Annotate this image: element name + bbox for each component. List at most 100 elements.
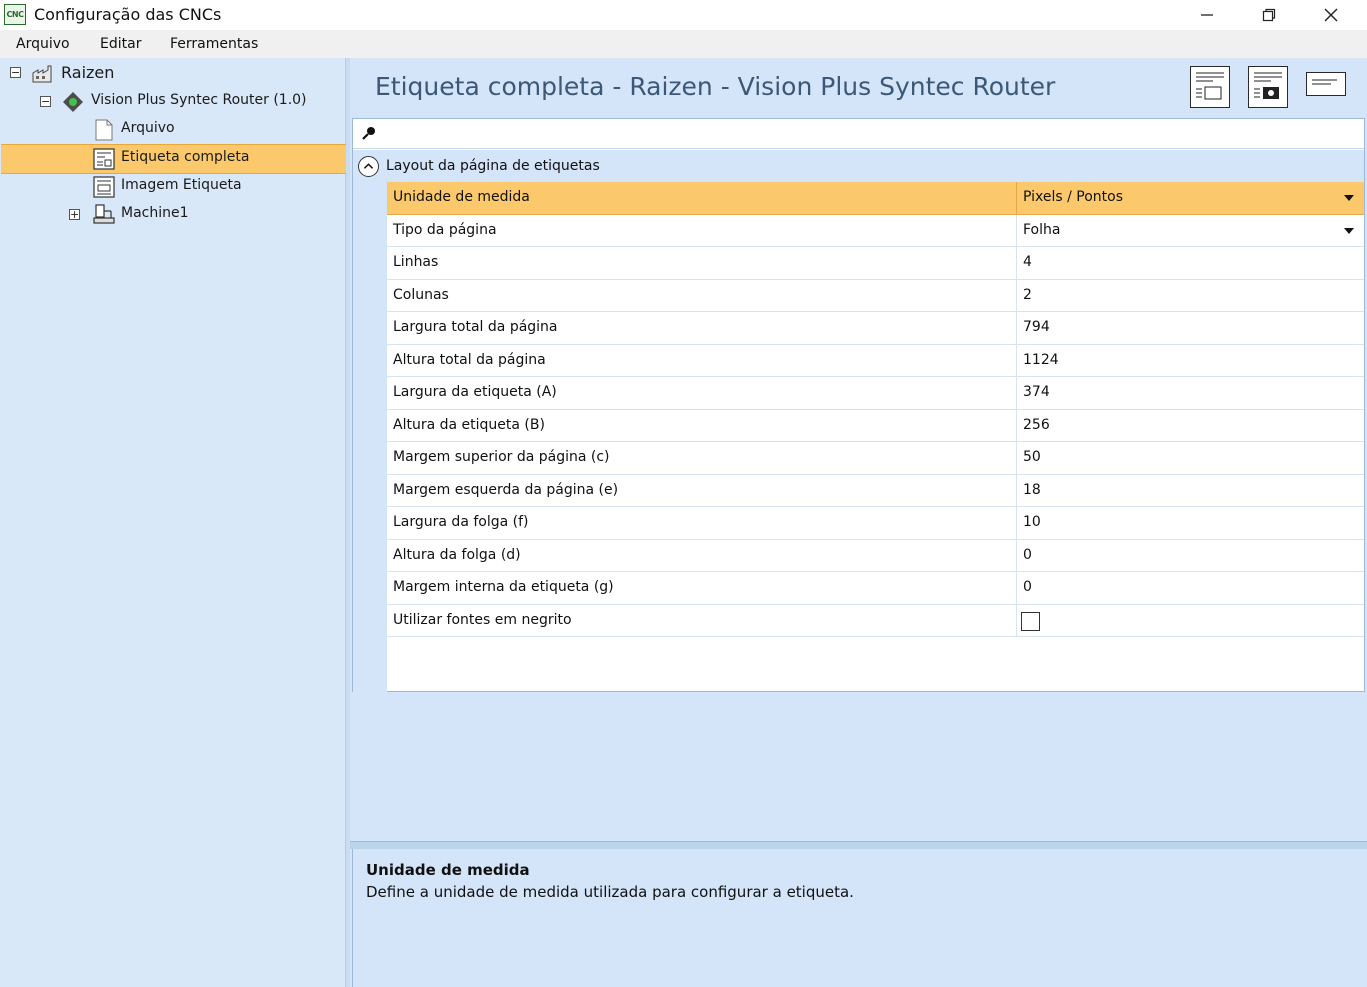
property-name: Altura da folga (d) <box>393 546 521 563</box>
property-row[interactable]: Largura da folga (f) 10 <box>387 507 1364 540</box>
label-layout-icon <box>1196 72 1224 100</box>
property-search[interactable] <box>353 119 1364 149</box>
column-divider <box>1016 377 1017 409</box>
search-icon <box>362 127 375 140</box>
tree-item-etiqueta-completa[interactable]: Etiqueta completa <box>121 149 249 165</box>
menu-editar[interactable]: Editar <box>100 36 141 52</box>
property-row[interactable]: Linhas 4 <box>387 247 1364 280</box>
column-divider <box>1016 604 1017 636</box>
property-value[interactable]: Pixels / Pontos <box>1023 189 1123 205</box>
property-value[interactable]: 4 <box>1023 254 1032 270</box>
column-divider <box>1016 344 1017 376</box>
property-row[interactable]: Largura total da página 794 <box>387 312 1364 345</box>
label-photo-icon <box>1254 72 1282 99</box>
collapse-router-icon[interactable]: − <box>40 96 51 107</box>
property-name: Largura da etiqueta (A) <box>393 384 557 400</box>
cnc-app-icon: CNC <box>4 4 26 25</box>
property-value[interactable]: 18 <box>1023 482 1041 498</box>
close-icon <box>1324 8 1338 22</box>
grid-gutter <box>353 182 387 693</box>
restore-icon <box>1262 8 1276 22</box>
chevron-up-icon[interactable] <box>358 156 379 177</box>
maximize-button[interactable] <box>1238 0 1300 30</box>
description-title: Unidade de medida <box>366 861 530 879</box>
menu-ferramentas[interactable]: Ferramentas <box>170 36 258 52</box>
property-value[interactable]: 374 <box>1023 384 1050 400</box>
property-name: Altura total da página <box>393 351 546 368</box>
property-name: Margem esquerda da página (e) <box>393 481 619 498</box>
property-value[interactable]: 0 <box>1023 579 1032 595</box>
property-row[interactable]: Margem esquerda da página (e) 18 <box>387 474 1364 507</box>
page-title: Etiqueta completa - Raizen - Vision Plus… <box>375 72 1056 101</box>
property-row[interactable]: Margem superior da página (c) 50 <box>387 442 1364 475</box>
column-divider <box>1016 214 1017 246</box>
description-pane: Unidade de medida Define a unidade de me… <box>352 849 1365 987</box>
category-label: Layout da página de etiquetas <box>386 158 600 174</box>
property-value[interactable]: 2 <box>1023 287 1032 303</box>
close-button[interactable] <box>1300 0 1362 30</box>
property-row[interactable]: Margem interna da etiqueta (g) 0 <box>387 572 1364 605</box>
menu-arquivo[interactable]: Arquivo <box>16 36 70 52</box>
cnc-machine-icon <box>63 92 83 112</box>
property-value[interactable]: 10 <box>1023 514 1041 530</box>
property-grid: Layout da página de etiquetas Unidade de… <box>352 118 1365 693</box>
navigation-tree: − Raizen − Vision Plus Syntec Router (1.… <box>0 58 346 987</box>
property-row[interactable]: Altura da folga (d) 0 <box>387 539 1364 572</box>
main-panel: Etiqueta completa - Raizen - Vision Plus… <box>350 58 1367 987</box>
file-icon <box>95 119 113 141</box>
menu-bar: Arquivo Editar Ferramentas <box>0 30 1367 58</box>
property-name: Unidade de medida <box>393 189 530 205</box>
property-value[interactable]: Folha <box>1023 222 1060 238</box>
property-value[interactable]: 50 <box>1023 449 1041 465</box>
tree-item-arquivo[interactable]: Arquivo <box>121 120 175 136</box>
label-photo-button[interactable] <box>1248 66 1288 108</box>
expand-machine-icon[interactable]: + <box>69 209 80 220</box>
column-divider <box>1016 474 1017 506</box>
tree-item-machine1[interactable]: Machine1 <box>121 205 189 221</box>
column-divider <box>1016 539 1017 571</box>
property-name: Linhas <box>393 254 439 270</box>
property-name: Utilizar fontes em negrito <box>393 611 572 628</box>
column-divider <box>1016 279 1017 311</box>
property-row[interactable]: Largura da etiqueta (A) 374 <box>387 377 1364 410</box>
description-splitter[interactable] <box>350 841 1367 849</box>
property-name: Margem superior da página (c) <box>393 449 610 465</box>
description-text: Define a unidade de medida utilizada par… <box>366 883 854 901</box>
column-divider <box>1016 247 1017 279</box>
tree-item-raizen[interactable]: Raizen <box>61 63 114 82</box>
property-row[interactable]: Unidade de medida Pixels / Pontos <box>387 182 1364 215</box>
column-divider <box>1016 507 1017 539</box>
window-title: Configuração das CNCs <box>34 5 222 24</box>
property-name: Tipo da página <box>393 221 497 238</box>
tree-item-imagem-etiqueta[interactable]: Imagem Etiqueta <box>121 177 242 193</box>
label-sheet-icon <box>93 148 115 170</box>
property-name: Largura da folga (f) <box>393 514 529 530</box>
property-value[interactable]: 1124 <box>1023 352 1059 368</box>
tree-item-router[interactable]: Vision Plus Syntec Router (1.0) <box>91 92 307 108</box>
property-row[interactable]: Tipo da página Folha <box>387 214 1364 247</box>
property-row[interactable]: Altura da etiqueta (B) 256 <box>387 409 1364 442</box>
property-name: Colunas <box>393 286 449 303</box>
property-name: Margem interna da etiqueta (g) <box>393 579 614 595</box>
minimize-icon <box>1201 14 1213 16</box>
label-image-icon <box>93 176 115 198</box>
dropdown-arrow-icon[interactable] <box>1344 195 1354 201</box>
dropdown-arrow-icon[interactable] <box>1344 227 1354 234</box>
label-text-button[interactable] <box>1306 72 1346 96</box>
column-divider <box>1016 312 1017 344</box>
factory-icon <box>32 65 52 83</box>
minimize-button[interactable] <box>1176 0 1238 30</box>
machine-icon <box>93 204 115 224</box>
collapse-raizen-icon[interactable]: − <box>10 67 21 78</box>
label-text-icon <box>1312 79 1337 85</box>
category-header[interactable]: Layout da página de etiquetas <box>353 150 1364 182</box>
property-value[interactable]: 794 <box>1023 319 1050 335</box>
property-row[interactable]: Utilizar fontes em negrito <box>387 604 1364 637</box>
property-row[interactable]: Altura total da página 1124 <box>387 344 1364 377</box>
property-value[interactable]: 0 <box>1023 547 1032 563</box>
column-divider <box>1016 409 1017 441</box>
property-value[interactable]: 256 <box>1023 417 1050 433</box>
property-row[interactable]: Colunas 2 <box>387 279 1364 312</box>
bold-fonts-checkbox[interactable] <box>1021 611 1040 631</box>
label-layout-button[interactable] <box>1190 66 1230 108</box>
